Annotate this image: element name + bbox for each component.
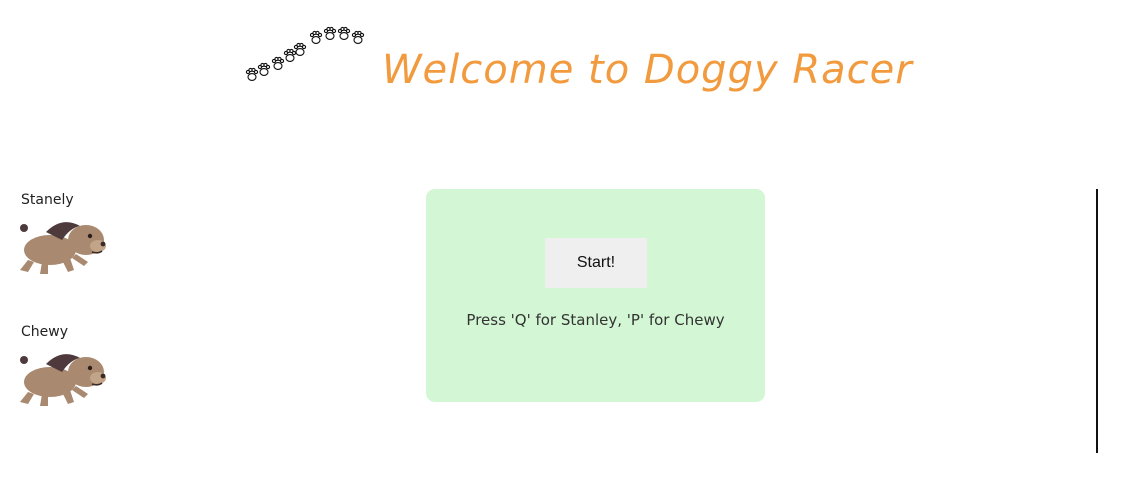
racer-stanley: Stanely (14, 190, 114, 278)
start-panel: Start! Press 'Q' for Stanley, 'P' for Ch… (426, 189, 765, 402)
racer-chewy: Chewy (14, 322, 114, 410)
paw-trail-icon (245, 26, 365, 81)
paw-print-icon (351, 30, 365, 44)
instructions-text: Press 'Q' for Stanley, 'P' for Chewy (466, 311, 725, 329)
finish-line (1096, 189, 1098, 453)
header: Welcome to Doggy Racer (0, 0, 1143, 120)
racer-name-chewy: Chewy (21, 324, 68, 340)
page-title: Welcome to Doggy Racer (382, 47, 913, 93)
paw-print-icon (257, 62, 271, 76)
dog-icon (20, 354, 106, 406)
paw-print-icon (337, 26, 351, 40)
paw-print-icon (245, 67, 259, 81)
paw-print-icon (309, 30, 323, 44)
dog-icon (20, 222, 106, 274)
paw-print-icon (323, 26, 337, 40)
paw-print-icon (283, 48, 297, 62)
racer-name-stanley: Stanely (21, 192, 74, 208)
paw-print-icon (271, 56, 285, 70)
paw-print-icon (293, 42, 307, 56)
start-button[interactable]: Start! (545, 238, 647, 288)
